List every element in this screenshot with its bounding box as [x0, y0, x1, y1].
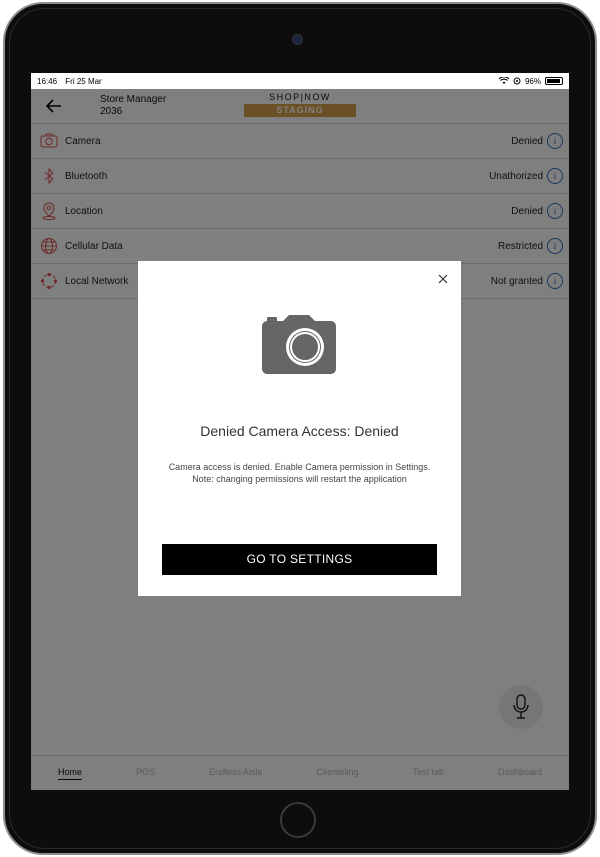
camera-icon: [262, 315, 336, 374]
app-screen: 16:46 Fri 25 Mar 96% Store Manager 2036: [31, 73, 569, 790]
status-date: Fri 25 Mar: [65, 76, 102, 86]
front-camera: [292, 34, 303, 45]
status-bar: 16:46 Fri 25 Mar 96%: [31, 73, 569, 89]
modal-backdrop[interactable]: Denied Camera Access: Denied Camera acce…: [31, 89, 569, 790]
permission-dialog: Denied Camera Access: Denied Camera acce…: [138, 261, 461, 596]
home-button[interactable]: [280, 802, 316, 838]
close-icon[interactable]: [437, 273, 449, 285]
dialog-message: Camera access is denied. Enable Camera p…: [168, 462, 431, 484]
location-services-icon: [513, 77, 521, 85]
dialog-title: Denied Camera Access: Denied: [200, 423, 399, 439]
go-to-settings-button[interactable]: GO TO SETTINGS: [162, 544, 437, 575]
status-time: 16:46: [37, 76, 58, 86]
battery-icon: [545, 77, 563, 85]
wifi-icon: [498, 77, 509, 84]
battery-percent: 96%: [524, 76, 541, 86]
